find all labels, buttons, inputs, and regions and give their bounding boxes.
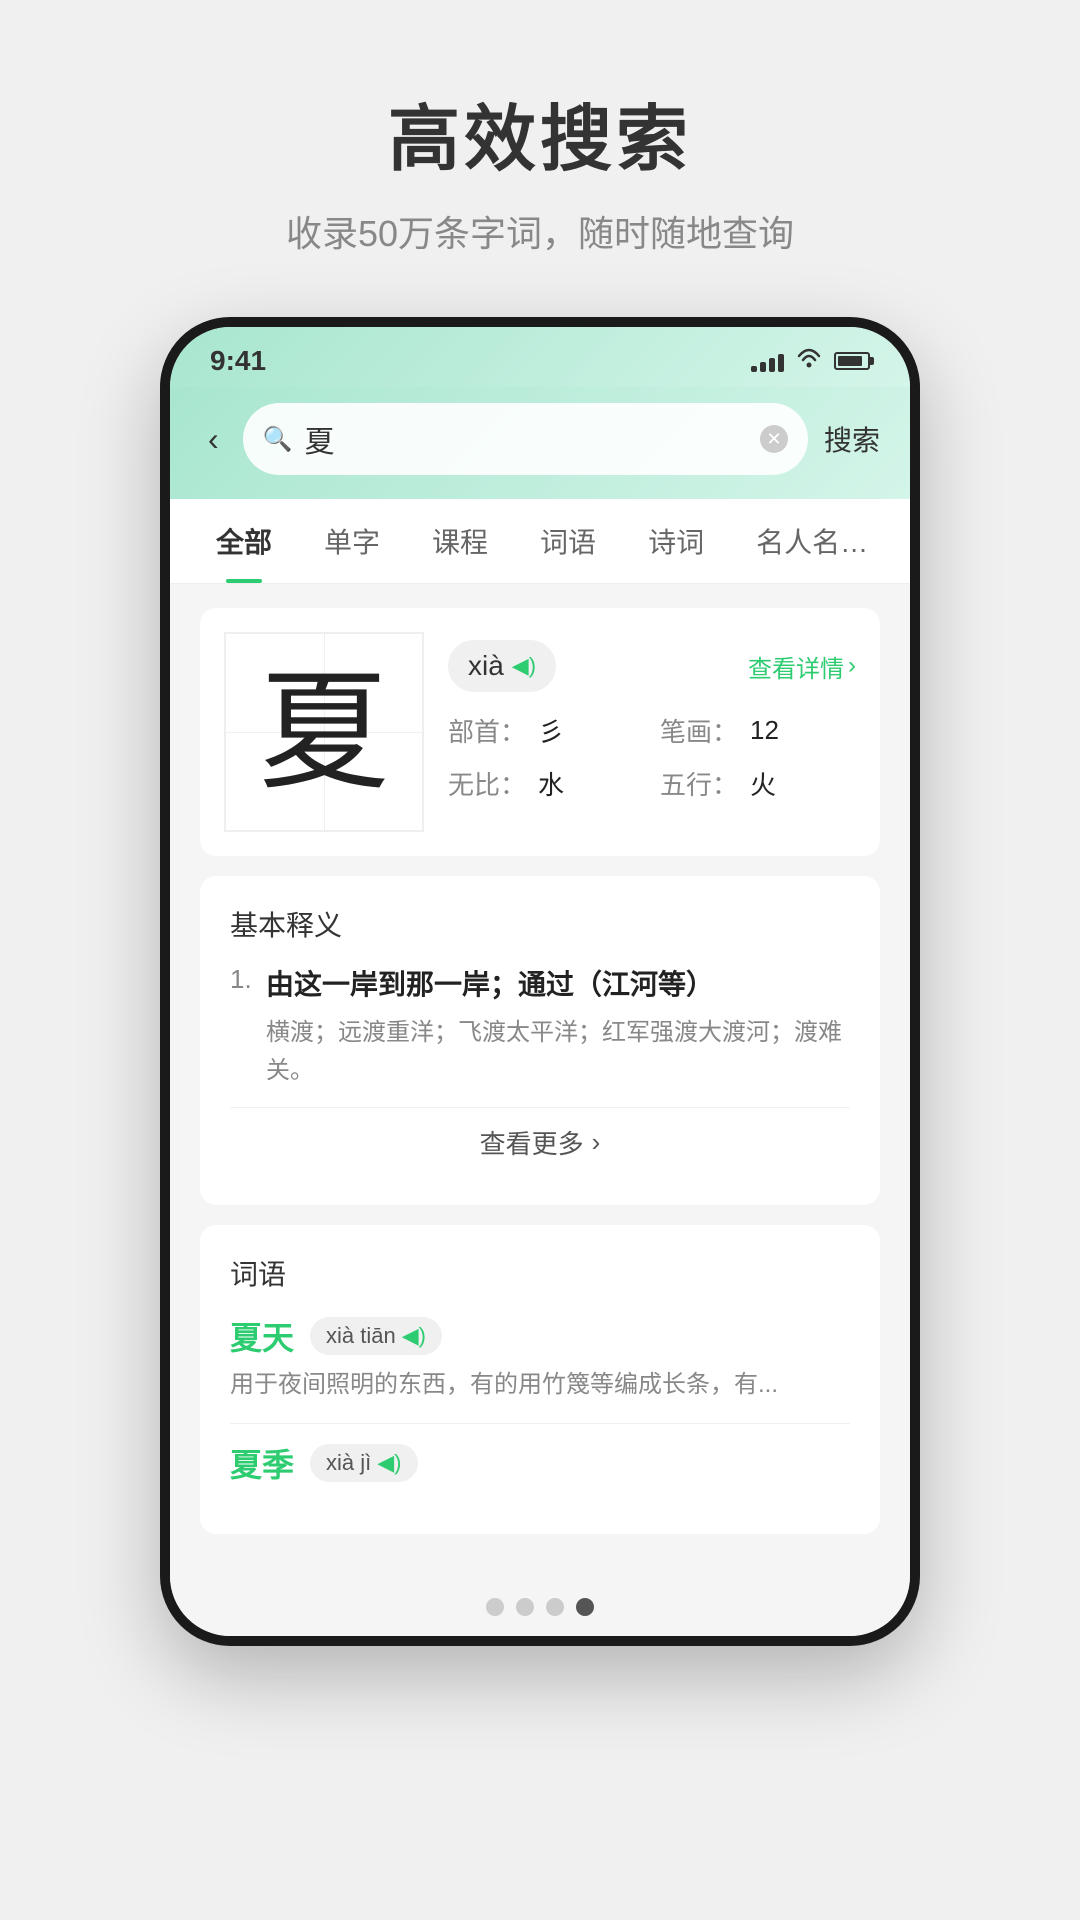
tab-poem[interactable]: 诗词: [622, 499, 730, 583]
battery-icon: [834, 352, 870, 370]
word-char-1: 夏天: [230, 1313, 294, 1359]
view-more-button[interactable]: 查看更多 ›: [230, 1107, 850, 1177]
search-area: ‹ 🔍 夏 ✕ 搜索: [170, 387, 910, 499]
def-header: 1. 由这一岸到那一岸；通过（江河等）: [230, 964, 850, 1006]
word-divider: [230, 1423, 850, 1424]
sound-icon[interactable]: ◀): [512, 653, 536, 679]
detail-bushou: 部首： 彡: [448, 712, 644, 749]
search-button[interactable]: 搜索: [824, 419, 880, 459]
search-box[interactable]: 🔍 夏 ✕: [243, 403, 808, 475]
phone-mockup: 9:41: [160, 317, 920, 1646]
tab-bar: 全部 单字 课程 词语 诗词 名人名…: [170, 499, 910, 584]
search-icon: 🔍: [263, 425, 293, 454]
char-details: 部首： 彡 笔画： 12 无比： 水 五行： 火: [448, 712, 856, 802]
word-sound-1[interactable]: ◀): [402, 1323, 426, 1349]
detail-wuxing: 五行： 火: [660, 765, 856, 802]
word-sound-2[interactable]: ◀): [377, 1450, 401, 1476]
back-button[interactable]: ‹: [200, 417, 227, 462]
dot-3: [546, 1598, 564, 1616]
detail-wubi: 无比： 水: [448, 765, 644, 802]
page-dots: [170, 1578, 910, 1636]
content-area: 夏 xià ◀) 查看详情 ›: [170, 584, 910, 1578]
word-item-2: 夏季 xià jì ◀): [230, 1440, 850, 1486]
dot-4-active: [576, 1598, 594, 1616]
page-title: 高效搜索: [388, 80, 692, 185]
definition-card: 基本释义 1. 由这一岸到那一岸；通过（江河等） 横渡；远渡重洋；飞渡太平洋；红…: [200, 876, 880, 1205]
word-desc-1: 用于夜间照明的东西，有的用竹篾等编成长条，有...: [230, 1367, 850, 1403]
word-item-1: 夏天 xià tiān ◀) 用于夜间照明的东西，有的用竹篾等编成长条，有...: [230, 1313, 850, 1403]
char-info: xià ◀) 查看详情 › 部首： 彡: [448, 632, 856, 802]
detail-bihua: 笔画： 12: [660, 712, 856, 749]
signal-icon: [751, 350, 784, 372]
definition-item: 1. 由这一岸到那一岸；通过（江河等） 横渡；远渡重洋；飞渡太平洋；红军强渡大渡…: [230, 964, 850, 1091]
def-example: 横渡；远渡重洋；飞渡太平洋；红军强渡大渡河；渡难关。: [230, 1014, 850, 1091]
wifi-icon: [796, 348, 822, 374]
status-bar: 9:41: [170, 327, 910, 387]
words-section: 词语 夏天 xià tiān ◀) 用于夜间照明的东西，有的用竹篾等编成长条，有…: [200, 1225, 880, 1534]
word-char-2: 夏季: [230, 1440, 294, 1486]
clear-button[interactable]: ✕: [760, 425, 788, 453]
word-header-2: 夏季 xià jì ◀): [230, 1440, 850, 1486]
words-section-title: 词语: [230, 1253, 850, 1293]
page-subtitle: 收录50万条字词，随时随地查询: [286, 205, 794, 257]
dot-2: [516, 1598, 534, 1616]
word-pinyin-1: xià tiān ◀): [310, 1317, 442, 1355]
detail-link[interactable]: 查看详情 ›: [748, 649, 856, 684]
word-header-1: 夏天 xià tiān ◀): [230, 1313, 850, 1359]
char-glyph: 夏: [259, 667, 389, 797]
status-time: 9:41: [210, 345, 266, 377]
pinyin-text: xià: [468, 650, 504, 682]
char-card: 夏 xià ◀) 查看详情 ›: [200, 608, 880, 856]
definition-section-title: 基本释义: [230, 904, 850, 944]
word-pinyin-2: xià jì ◀): [310, 1444, 418, 1482]
tab-char[interactable]: 单字: [298, 499, 406, 583]
char-display: 夏: [224, 632, 424, 832]
tab-word[interactable]: 词语: [514, 499, 622, 583]
tab-quote[interactable]: 名人名…: [730, 499, 894, 583]
status-icons: [751, 348, 870, 374]
tab-all[interactable]: 全部: [190, 499, 298, 583]
search-input[interactable]: 夏: [305, 417, 748, 461]
char-pinyin-row: xià ◀) 查看详情 ›: [448, 640, 856, 692]
phone-screen: 9:41: [170, 327, 910, 1636]
dot-1: [486, 1598, 504, 1616]
pinyin-badge: xià ◀): [448, 640, 556, 692]
tab-course[interactable]: 课程: [406, 499, 514, 583]
